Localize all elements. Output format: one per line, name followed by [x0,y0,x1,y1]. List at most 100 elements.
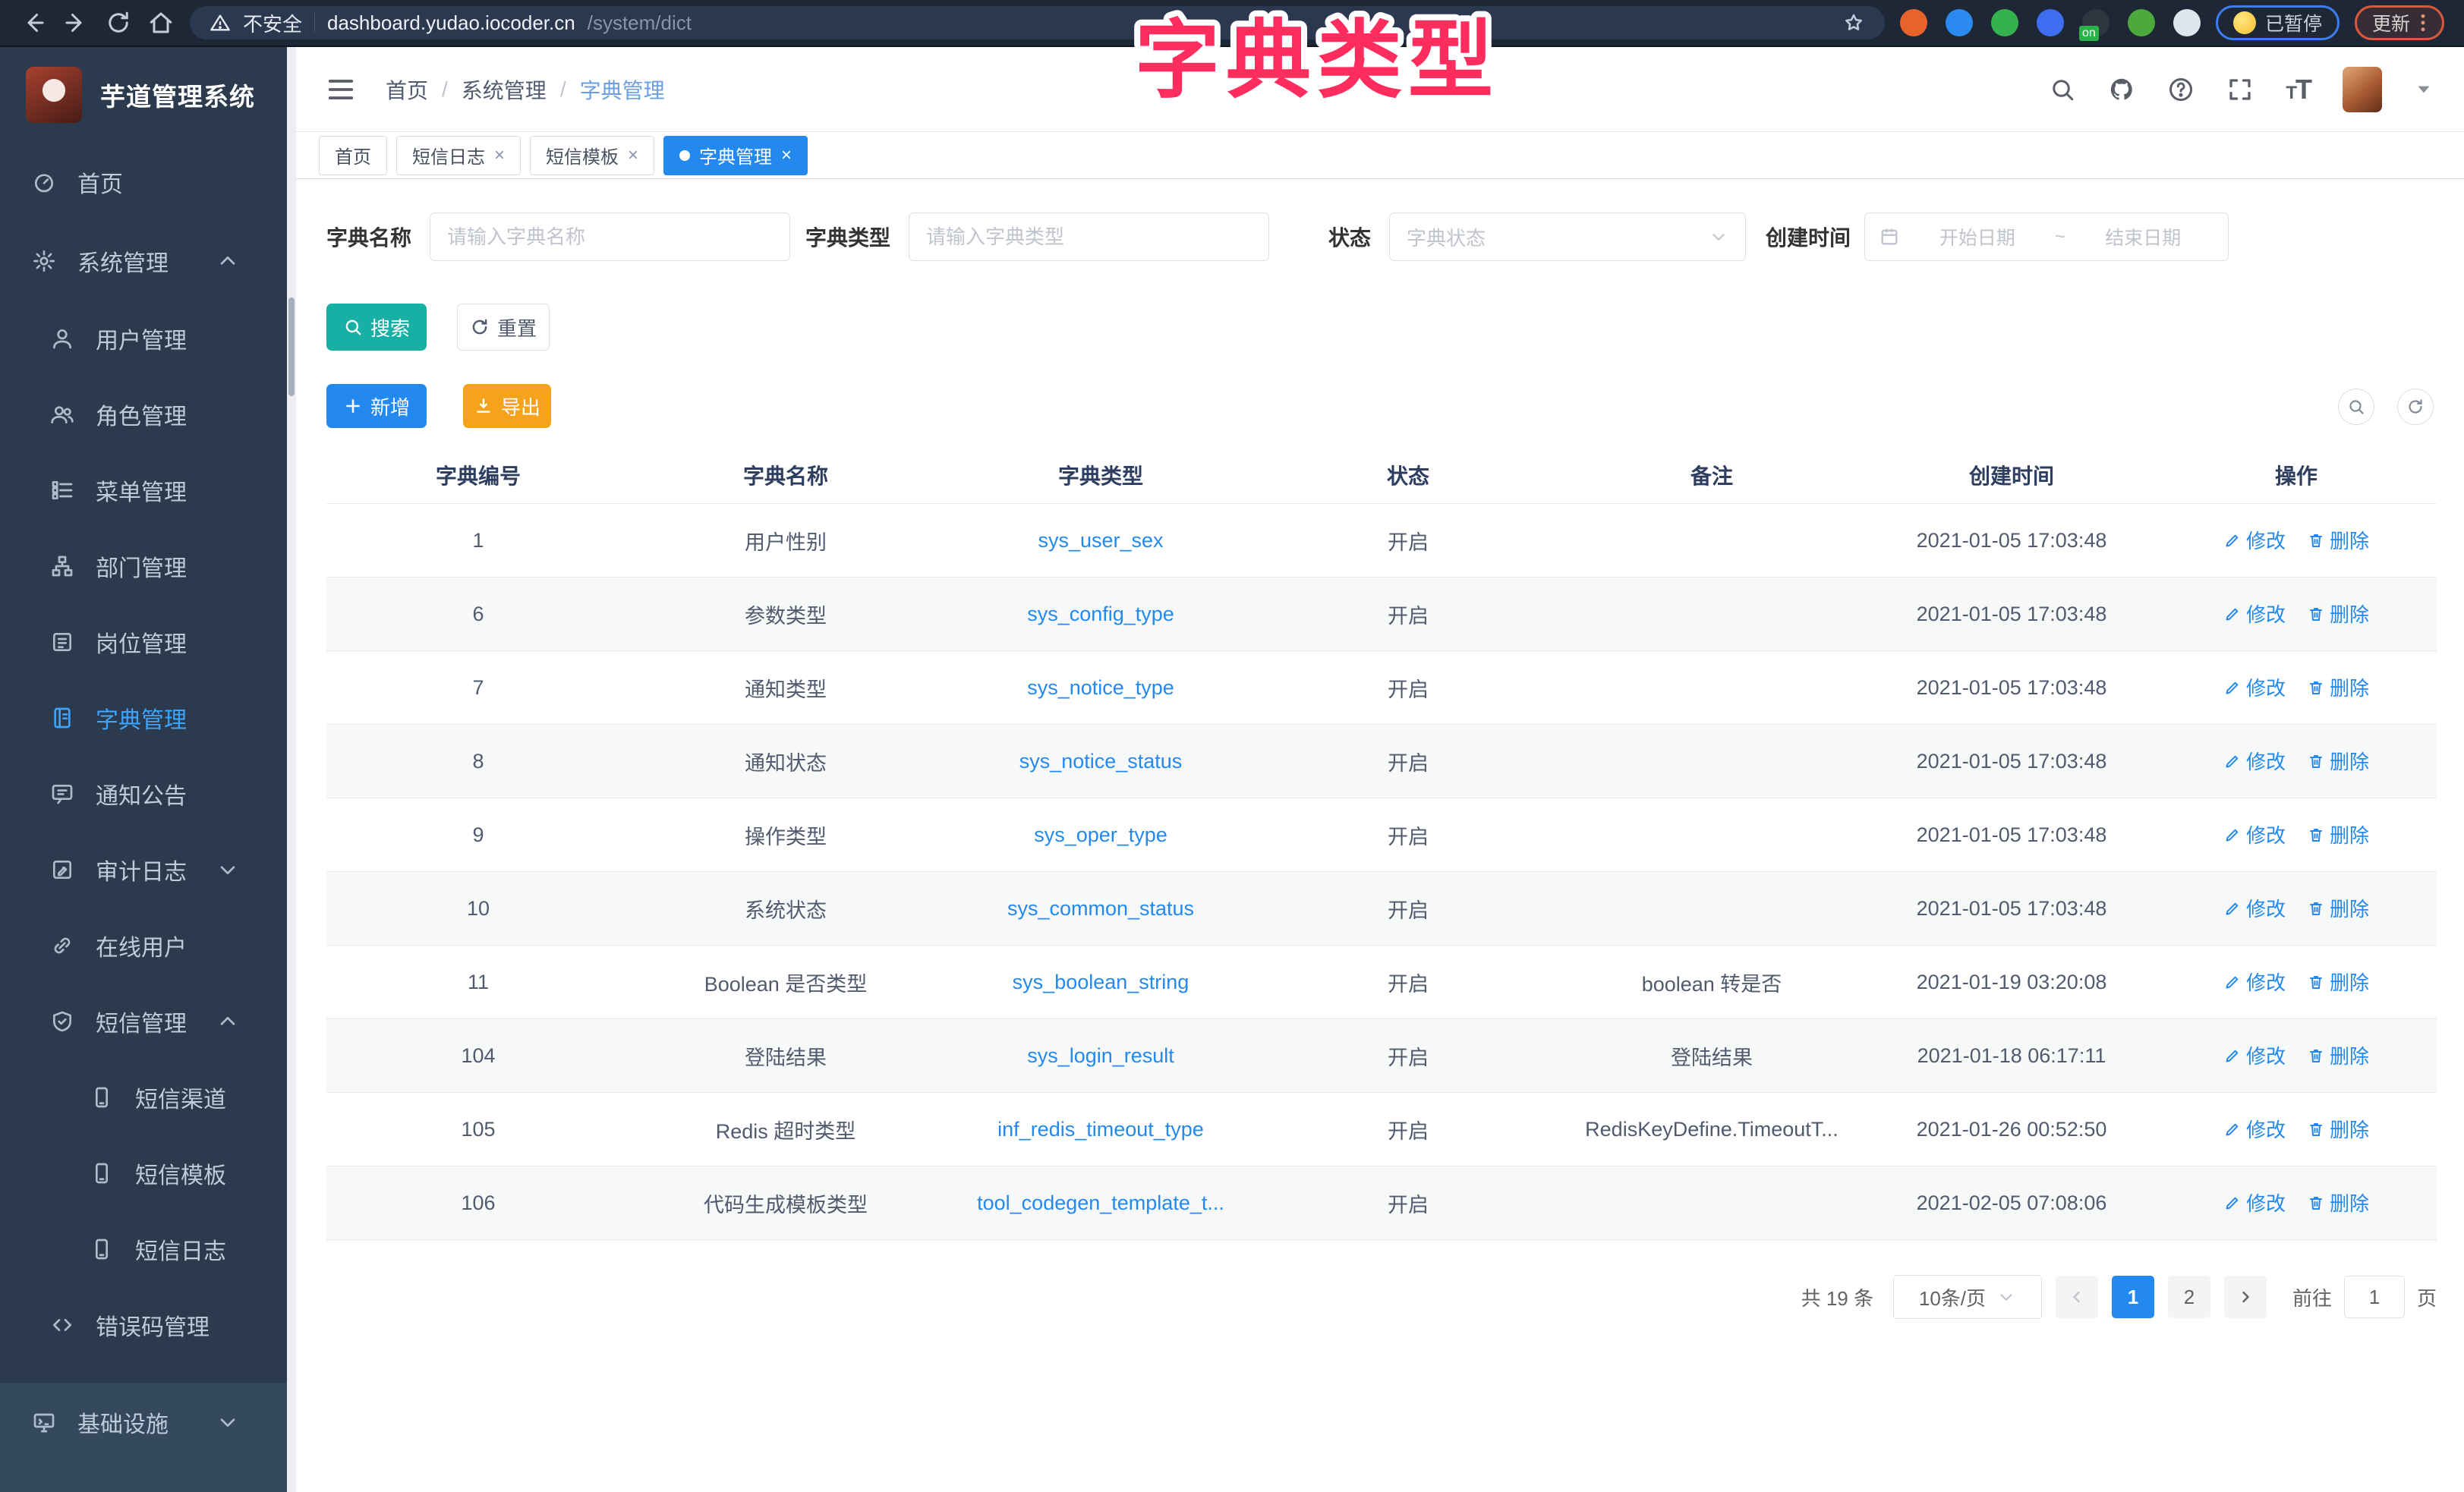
sidebar-item[interactable]: 首页 [0,143,296,222]
close-icon[interactable]: × [781,145,792,166]
sidebar-item[interactable]: 审计日志 [0,832,296,908]
close-icon[interactable]: × [494,145,505,166]
dict-type-input[interactable] [909,212,1269,261]
edit-link[interactable]: 修改 [2223,1041,2286,1069]
browser-reload-icon[interactable] [105,9,132,36]
edit-link[interactable]: 修改 [2223,968,2286,996]
dict-type-link[interactable]: sys_oper_type [1034,823,1167,846]
edit-link[interactable]: 修改 [2223,894,2286,922]
github-icon[interactable] [2108,76,2135,103]
sidebar-item[interactable]: 系统管理 [0,222,296,301]
delete-link[interactable]: 删除 [2307,894,2369,922]
sidebar-scrollbar[interactable] [287,47,296,1492]
page-size-select[interactable]: 10条/页 [1893,1275,2042,1319]
dict-type-link[interactable]: sys_notice_type [1027,676,1174,699]
sidebar-item[interactable]: 部门管理 [0,528,296,604]
extension-icon-3[interactable] [1991,9,2018,36]
sidebar-item[interactable]: 短信日志 [0,1211,296,1287]
sidebar-item[interactable]: 用户管理 [0,301,296,376]
delete-link[interactable]: 删除 [2307,820,2369,848]
browser-forward-icon[interactable] [62,9,90,36]
dict-type-link[interactable]: inf_redis_timeout_type [997,1118,1204,1141]
tab[interactable]: 字典管理× [663,136,808,175]
edit-link[interactable]: 修改 [2223,600,2286,628]
sidebar-item[interactable]: 通知公告 [0,756,296,832]
search-icon[interactable] [2049,76,2076,103]
sidebar-item[interactable]: 错误码管理 [0,1287,296,1363]
extension-icon-2[interactable] [1946,9,1973,36]
delete-link[interactable]: 删除 [2307,673,2369,701]
delete-link[interactable]: 删除 [2307,968,2369,996]
breadcrumb-item[interactable]: 系统管理 [462,74,547,105]
delete-link[interactable]: 删除 [2307,526,2369,554]
dict-name-input[interactable] [430,212,790,261]
edit-link[interactable]: 修改 [2223,673,2286,701]
dict-type-link[interactable]: sys_boolean_string [1013,971,1189,993]
tab[interactable]: 短信模板× [530,136,654,175]
extension-icon-4[interactable] [2037,9,2064,36]
edit-link[interactable]: 修改 [2223,820,2286,848]
sidebar-item-infrastructure[interactable]: 基础设施 [0,1383,296,1462]
browser-back-icon[interactable] [20,9,47,36]
export-button[interactable]: 导出 [463,384,551,428]
browser-menu-icon[interactable] [2419,11,2427,34]
edit-link[interactable]: 修改 [2223,1115,2286,1143]
show-search-button[interactable] [2338,389,2374,425]
page-number-button[interactable]: 2 [2168,1276,2210,1318]
date-range-picker[interactable]: 开始日期 ~ 结束日期 [1864,212,2229,261]
search-button[interactable]: 搜索 [326,304,427,351]
prev-page-button[interactable] [2056,1276,2098,1318]
edit-link[interactable]: 修改 [2223,747,2286,775]
dict-type-link[interactable]: sys_common_status [1007,897,1194,920]
delete-link[interactable]: 删除 [2307,600,2369,628]
refresh-table-button[interactable] [2397,389,2434,425]
sidebar-item[interactable]: 岗位管理 [0,604,296,680]
user-avatar[interactable] [2343,67,2382,112]
browser-home-icon[interactable] [147,9,175,36]
tab[interactable]: 首页 [319,136,387,175]
sidebar-item[interactable]: 短信渠道 [0,1059,296,1135]
logo[interactable]: 芋道管理系统 [0,47,296,143]
create-button[interactable]: 新增 [326,384,427,428]
bookmark-star-icon[interactable] [1842,11,1865,34]
sidebar-item[interactable]: 短信模板 [0,1135,296,1211]
dict-type-link[interactable]: sys_user_sex [1038,529,1163,552]
close-icon[interactable]: × [628,145,638,166]
breadcrumb-item[interactable]: 首页 [386,74,428,105]
help-icon[interactable] [2167,76,2195,103]
sidebar-item[interactable]: 短信管理 [0,984,296,1059]
dict-type-link[interactable]: tool_codegen_template_t... [977,1191,1224,1214]
fullscreen-icon[interactable] [2226,76,2254,103]
delete-link[interactable]: 删除 [2307,1041,2369,1069]
edit-link[interactable]: 修改 [2223,1188,2286,1217]
delete-link[interactable]: 删除 [2307,1188,2369,1217]
extension-icon-5[interactable]: on [2082,9,2110,36]
goto-page-input[interactable] [2344,1276,2405,1318]
sidebar-item[interactable]: 字典管理 [0,680,296,756]
delete-link[interactable]: 删除 [2307,747,2369,775]
chevron-down-icon[interactable] [2414,80,2434,99]
tab[interactable]: 短信日志× [396,136,521,175]
dict-type-link[interactable]: sys_config_type [1027,603,1174,625]
status-select[interactable]: 字典状态 [1389,212,1746,261]
sidebar-fold-icon[interactable] [326,75,355,104]
edit-link[interactable]: 修改 [2223,526,2286,554]
next-page-button[interactable] [2224,1276,2267,1318]
paused-extension-pill[interactable]: 已暂停 [2216,5,2340,40]
page-number-button[interactable]: 1 [2112,1276,2154,1318]
sidebar-item[interactable]: 角色管理 [0,376,296,452]
scrollbar-thumb[interactable] [288,297,295,396]
reset-button[interactable]: 重置 [457,304,550,351]
dict-type-link[interactable]: sys_notice_status [1019,750,1183,773]
extension-icon-1[interactable] [1900,9,1927,36]
sidebar-item[interactable]: 在线用户 [0,908,296,984]
fontsize-icon[interactable]: TT [2286,74,2311,105]
extension-icon-6[interactable] [2128,9,2155,36]
breadcrumb-item[interactable]: 字典管理 [580,74,665,105]
extension-icon-7[interactable] [2173,9,2201,36]
delete-link[interactable]: 删除 [2307,1115,2369,1143]
browser-address-bar[interactable]: 不安全 dashboard.yudao.iocoder.cn /system/d… [190,6,1885,39]
sidebar-item[interactable]: 菜单管理 [0,452,296,528]
dict-type-link[interactable]: sys_login_result [1027,1044,1174,1067]
browser-update-pill[interactable]: 更新 [2355,5,2444,40]
